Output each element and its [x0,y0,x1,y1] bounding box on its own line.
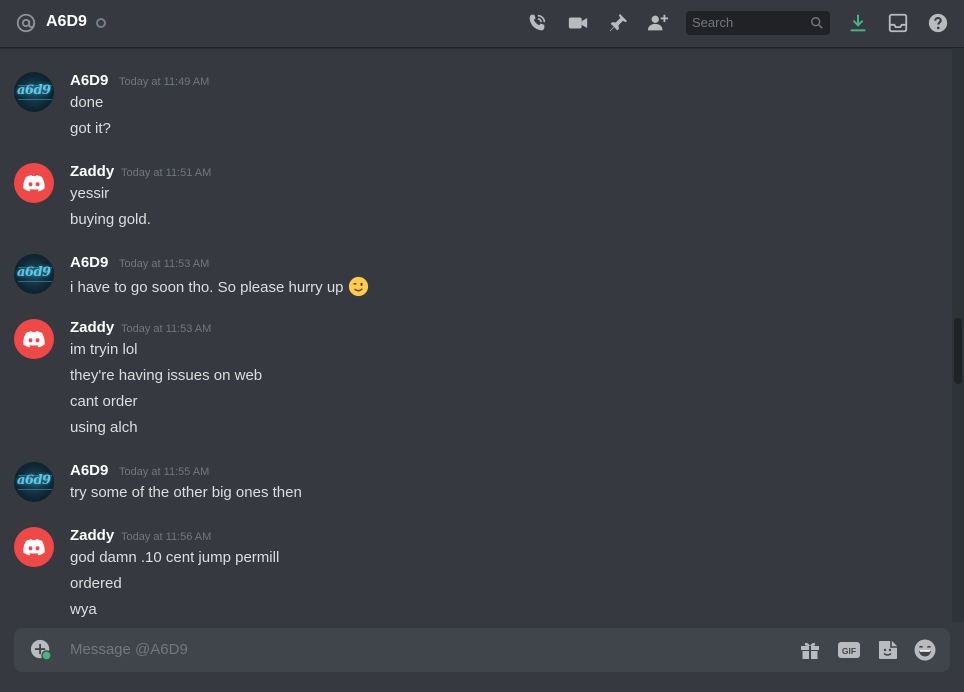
message-text: buying gold. [70,211,151,228]
message-composer[interactable]: Message @A6D9 GIF [14,628,950,672]
scrollbar-thumb[interactable] [954,318,962,384]
message-text: cant order [70,393,138,410]
discord-logo-icon [23,175,45,192]
emoji-picker-icon[interactable] [913,638,937,662]
message-text: wya [70,601,97,618]
message-text: using alch [70,419,138,436]
winking-face-emoji-icon[interactable] [348,276,369,297]
download-icon[interactable] [847,12,869,34]
message-text: try some of the other big ones then [70,484,302,501]
add-friend-icon[interactable] [647,12,669,34]
inbox-icon[interactable] [887,12,909,34]
avatar[interactable]: a6d9 [14,72,54,112]
message-input[interactable]: Message @A6D9 [70,641,188,658]
offline-status-icon [96,18,106,28]
message-text: ordered [70,575,122,592]
avatar[interactable] [14,163,54,203]
avatar[interactable] [14,527,54,567]
message-timestamp: Today at 11:49 AM [119,76,210,88]
message-timestamp: Today at 11:55 AM [119,466,210,478]
sticker-icon[interactable] [876,638,900,662]
message-text: they're having issues on web [70,367,263,384]
message-author[interactable]: A6D9 [70,462,108,479]
gif-icon[interactable]: GIF [837,638,861,662]
gift-icon[interactable] [798,638,822,662]
search-input[interactable]: Search [686,11,830,35]
upload-attachment-icon[interactable] [30,639,52,661]
message-text: i have to go soon tho. So please hurry u… [70,276,369,297]
message-timestamp: Today at 11:56 AM [121,531,212,543]
voice-call-icon[interactable] [526,12,548,34]
search-icon [811,17,823,29]
message-timestamp: Today at 11:53 AM [119,258,210,270]
message-text: yessir [70,185,110,202]
search-placeholder: Search [692,15,734,30]
avatar[interactable] [14,319,54,359]
message-text: god damn .10 cent jump permill [70,549,280,566]
message-author[interactable]: A6D9 [70,72,108,89]
message-author[interactable]: Zaddy [70,527,114,544]
message-text: done [70,94,104,111]
pin-icon[interactable] [607,12,629,34]
help-icon[interactable] [927,12,949,34]
message-text: got it? [70,120,111,137]
avatar[interactable]: a6d9 [14,254,54,294]
message-author[interactable]: A6D9 [70,254,108,271]
svg-text:GIF: GIF [842,646,856,656]
discord-logo-icon [23,331,45,348]
discord-logo-icon [23,539,45,556]
message-author[interactable]: Zaddy [70,319,114,336]
channel-header: A6D9 Search [0,0,964,48]
video-call-icon[interactable] [567,12,589,34]
at-sign-icon [16,13,36,33]
page-title: A6D9 [46,13,87,30]
message-timestamp: Today at 11:51 AM [121,167,212,179]
message-list: a6d9 A6D9 Today at 11:49 AM done got it?… [0,48,952,622]
message-text: im tryin lol [70,341,138,358]
avatar[interactable]: a6d9 [14,462,54,502]
message-author[interactable]: Zaddy [70,163,114,180]
message-timestamp: Today at 11:53 AM [121,323,212,335]
